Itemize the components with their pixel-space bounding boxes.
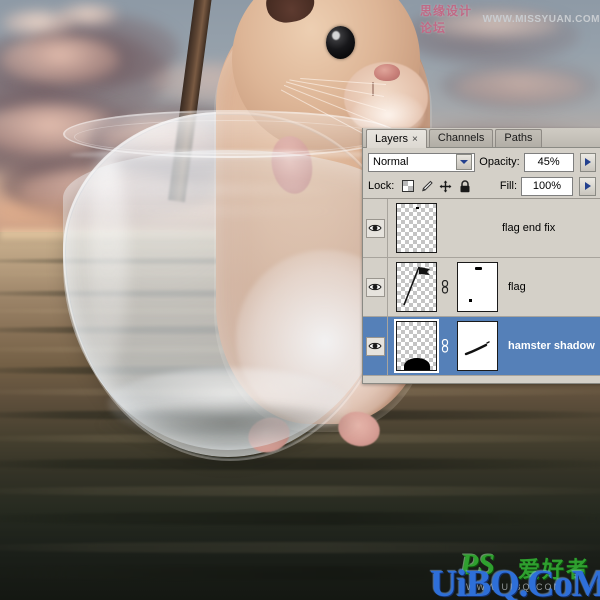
close-icon[interactable]: × [412, 134, 418, 145]
lock-position-icon[interactable] [439, 180, 452, 193]
thumb-mark [416, 207, 419, 209]
lock-icons-group [401, 179, 471, 193]
chain-link-icon[interactable] [437, 339, 453, 353]
tab-channels-label: Channels [437, 132, 485, 144]
watermark-top: 思缘设计论坛 WWW.MISSYUAN.COM [420, 2, 600, 36]
table-row[interactable]: hamster shadow [363, 317, 600, 376]
lock-all-icon[interactable] [458, 179, 471, 193]
layer-thumbnail[interactable] [394, 319, 439, 373]
layer-visibility-cell[interactable] [363, 199, 388, 257]
eye-icon[interactable] [365, 218, 385, 238]
transparent-checker [397, 204, 436, 252]
cloud [455, 70, 585, 104]
layer-name: hamster shadow [508, 340, 595, 352]
chain-link-icon[interactable] [437, 280, 453, 294]
fill-spinner-icon[interactable] [579, 176, 596, 196]
layer-name: flag end fix [502, 222, 556, 234]
cloud [58, 4, 118, 26]
screenshot-canvas: 思缘设计论坛 WWW.MISSYUAN.COM PS 爱好者 WWW.UIBQ.… [0, 0, 600, 600]
layer-list: flag end fix flag hamster shadow [363, 198, 600, 376]
mask-mark [475, 267, 482, 270]
table-row[interactable]: flag [363, 258, 600, 317]
wave [0, 486, 600, 496]
tab-paths[interactable]: Paths [495, 129, 542, 147]
tab-channels[interactable]: Channels [428, 129, 494, 147]
blend-opacity-row: Normal Opacity: 45% [363, 148, 600, 174]
layer-thumbnail[interactable] [396, 203, 437, 253]
chevron-down-icon[interactable] [456, 154, 473, 170]
lock-transparency-icon[interactable] [401, 180, 414, 193]
opacity-spinner-icon[interactable] [579, 152, 596, 172]
glass-streak [74, 208, 360, 214]
fill-input[interactable]: 100% [521, 176, 573, 196]
watermark-site: UiBQ.CoM [430, 563, 600, 600]
blend-mode-value: Normal [373, 156, 409, 168]
layer-name: flag [508, 281, 526, 293]
fill-label: Fill: [499, 180, 517, 192]
lock-label: Lock: [368, 180, 395, 192]
layer-mask-thumbnail[interactable] [457, 321, 498, 371]
table-row[interactable]: flag end fix [363, 199, 600, 258]
eye-icon[interactable] [365, 336, 385, 356]
blend-mode-select[interactable]: Normal [368, 152, 476, 172]
opacity-value: 45% [537, 156, 560, 168]
hamster-nose [374, 64, 400, 81]
layer-visibility-cell[interactable] [363, 317, 388, 375]
opacity-input[interactable]: 45% [523, 152, 574, 172]
lock-image-pixels-icon[interactable] [420, 180, 434, 193]
layer-mask-thumbnail[interactable] [457, 262, 498, 312]
watermark-top-chinese: 思缘设计论坛 [420, 4, 473, 35]
tab-paths-label: Paths [504, 132, 533, 144]
mask-mark [469, 299, 472, 302]
cloud [0, 36, 120, 84]
hamster-eye [326, 26, 355, 59]
watermark-top-url: WWW.MISSYUAN.COM [482, 13, 600, 25]
wave [0, 458, 600, 470]
layers-panel: Layers × Channels Paths Normal Opacity: 4… [362, 128, 600, 384]
tab-layers[interactable]: Layers × [366, 129, 427, 148]
layer-thumbnail[interactable] [396, 262, 437, 312]
layer-visibility-cell[interactable] [363, 258, 388, 316]
glass-streak [100, 404, 340, 412]
water-line [70, 150, 384, 160]
opacity-label: Opacity: [479, 156, 520, 168]
shadow-shape [404, 358, 430, 370]
lock-fill-row: Lock: Fill: 100% [363, 174, 600, 198]
panel-tab-bar: Layers × Channels Paths [363, 128, 600, 148]
tab-layers-label: Layers [375, 133, 409, 145]
eye-icon[interactable] [365, 277, 385, 297]
glass-bowl-inner-rim [74, 120, 384, 154]
glass-bowl-shine [88, 150, 128, 370]
glass-streak [70, 186, 370, 193]
wave [0, 512, 600, 525]
hamster-eye-glint [332, 31, 340, 40]
watermark-bottom: PS 爱好者 WWW.UIBQ.COM UiBQ.CoM [430, 548, 600, 600]
fill-value: 100% [532, 180, 562, 192]
